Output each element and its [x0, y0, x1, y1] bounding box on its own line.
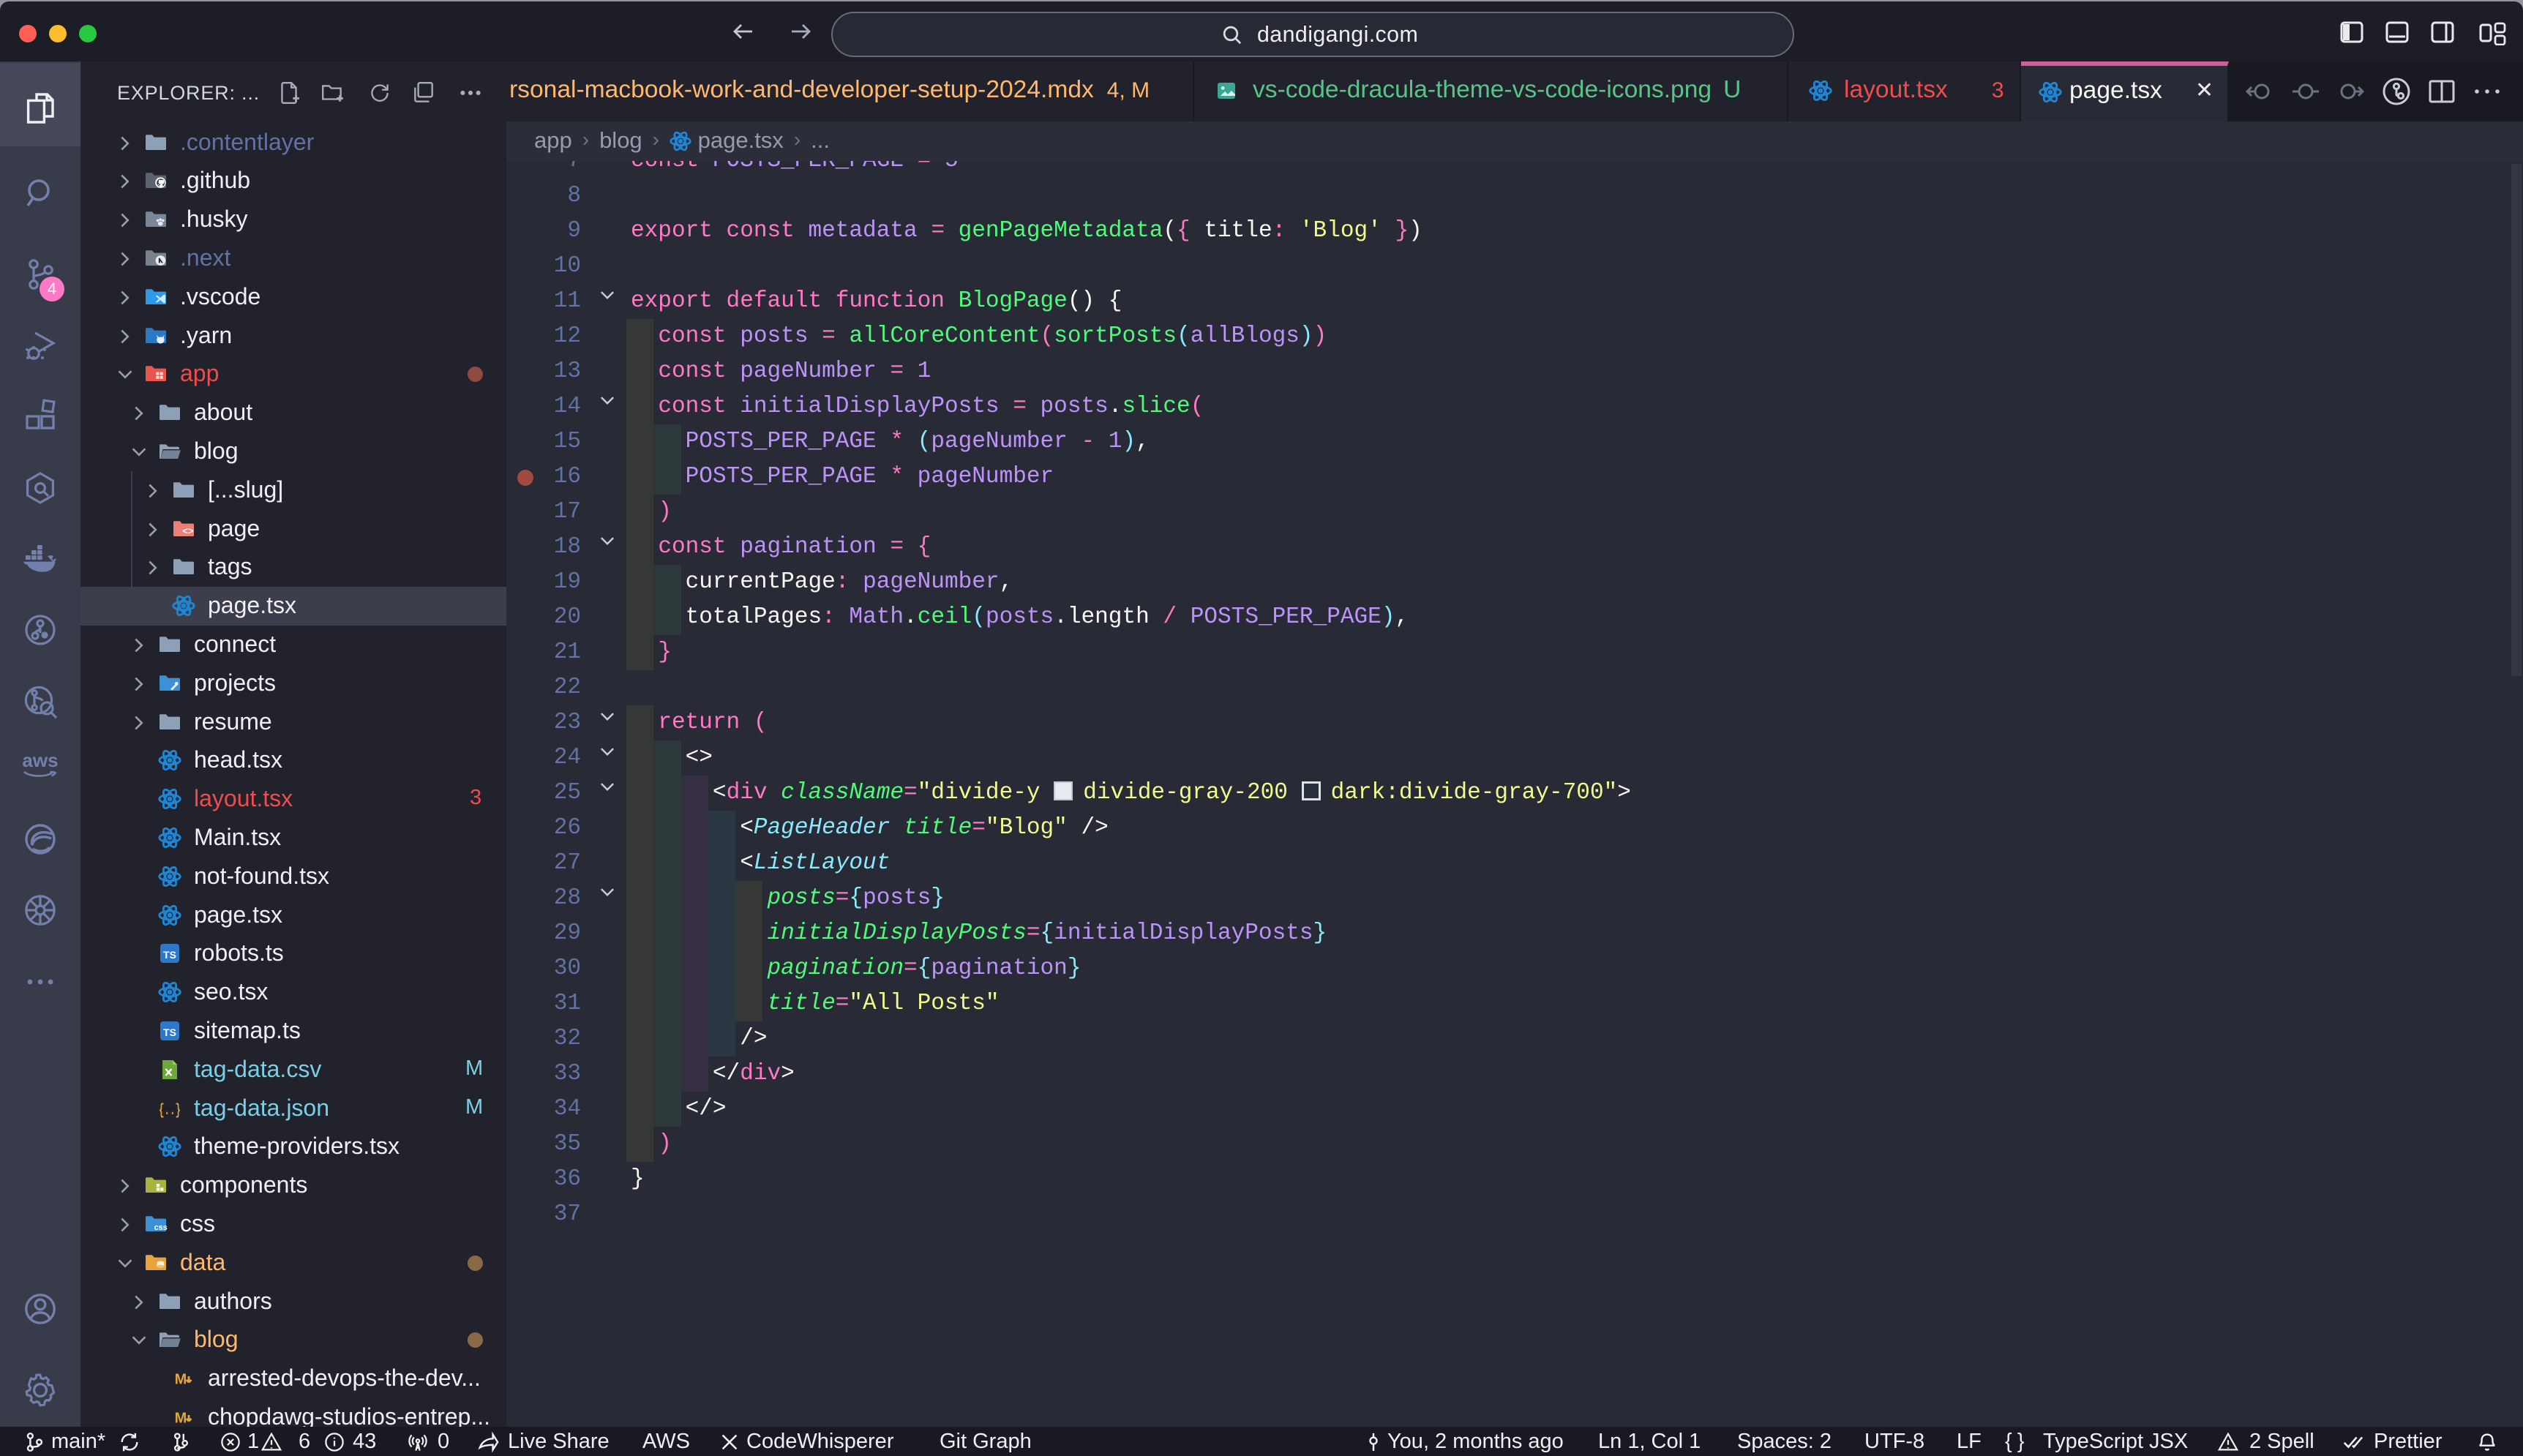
svg-text:<>: <> [182, 526, 194, 537]
svg-text:TS: TS [163, 949, 176, 961]
svg-text:M: M [175, 1411, 187, 1427]
svg-text:M: M [175, 1372, 187, 1388]
svg-text:TS: TS [163, 1027, 176, 1038]
svg-text:{..}: {..} [159, 1103, 181, 1119]
svg-text:css: css [154, 1223, 168, 1232]
